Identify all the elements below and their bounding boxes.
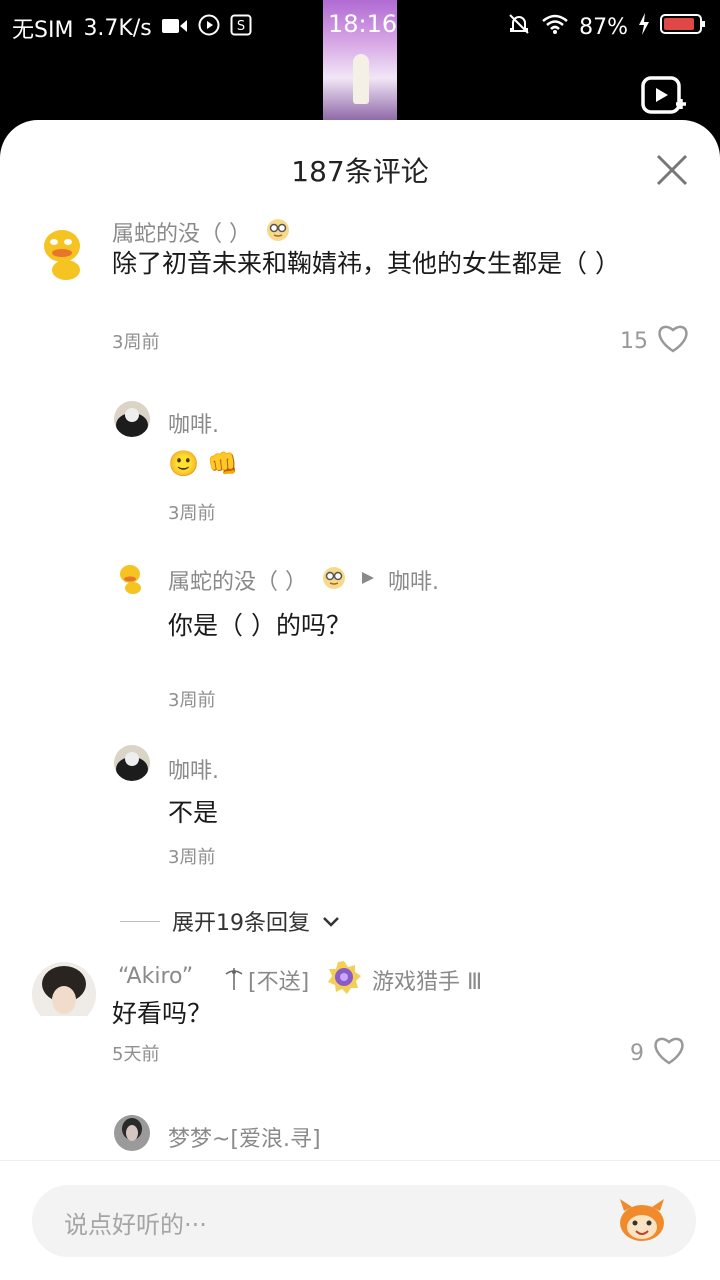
reply-time: 3周前 [168,847,216,868]
chevron-down-icon [322,909,340,934]
reply-username[interactable]: 咖啡. [168,407,219,439]
network-speed: 3.7K/s [83,15,152,41]
reply-text: 🙂 👊 [168,449,239,478]
like-button[interactable]: 9 [630,1034,686,1072]
reply-arrow-icon [360,570,376,590]
comment-input-placeholder: 说点好听的··· [64,1211,207,1239]
heart-icon [652,1034,686,1072]
comment-input-bar: 说点好听的··· [0,1160,720,1280]
comment-text: 好看吗？ [112,999,213,1028]
reply-username[interactable]: 咖啡. [168,753,219,785]
reply-item[interactable]: 梦梦~[爱浪.寻] [0,1115,720,1155]
user-badge-title: 游戏猎手 Ⅲ [372,970,483,995]
status-right: 87% [507,12,706,42]
comment-item[interactable]: “Akiro” [不送] 游戏猎手 Ⅲ 好看吗？ 5天前 9 [0,960,720,1080]
comment-item[interactable]: 属蛇的没（ ） 除了初音未来和鞠婧祎，其他的女生都是（ ） 3周前 15 [0,210,720,370]
reply-item[interactable]: 咖啡. 不是 3周前 [0,745,720,875]
expand-replies-label: 展开19条回复 [172,911,310,936]
comment-sheet: 187条评论 属蛇的没（ ） 除了初音未来和鞠婧祎，其他的女生都是（ ） 3周前… [0,120,720,1280]
like-button[interactable]: 15 [620,322,690,360]
glasses-face-icon [266,218,290,246]
video-camera-icon [161,16,188,41]
comment-text: 除了初音未来和鞠婧祎，其他的女生都是（ ） [112,249,620,278]
avatar[interactable] [32,220,96,284]
wifi-icon [541,13,569,41]
comment-time: 5天前 [112,1044,160,1065]
comment-username[interactable]: “Akiro” [118,964,193,989]
expand-replies-button[interactable]: 展开19条回复 [120,905,340,937]
emoji-button[interactable] [614,1197,670,1245]
svg-text:S: S [237,19,245,34]
divider [120,920,160,922]
reply-username[interactable]: 梦梦~[爱浪.寻] [168,1121,321,1153]
comment-input[interactable]: 说点好听的··· [32,1185,696,1257]
reply-text: 不是 [168,798,219,827]
status-time: 18:16 [328,10,398,38]
reply-text: 你是（ ）的吗？ [168,611,351,640]
like-count: 9 [630,1040,644,1066]
status-left: 无SIM 3.7K/s S [12,12,252,44]
avatar[interactable] [32,962,96,1026]
carrier-text: 无SIM [12,18,74,43]
reply-item[interactable]: 属蛇的没（ ） 咖啡. 你是（ ）的吗？ 3周前 [0,560,720,720]
reply-to-username[interactable]: 咖啡. [388,564,439,596]
badge-icon [326,960,362,1000]
avatar[interactable] [114,401,150,437]
avatar[interactable] [114,560,150,596]
heart-icon [656,322,690,360]
comment-count-title: 187条评论 [291,155,429,188]
decoration-icon [222,966,246,996]
comment-time: 3周前 [112,332,160,353]
battery-percent: 87% [579,14,628,40]
bell-muted-icon [507,12,531,42]
avatar[interactable] [114,745,150,781]
reply-username[interactable]: 属蛇的没（ ） [168,564,307,596]
status-bar: 无SIM 3.7K/s S 18:16 87% [0,0,720,120]
close-icon[interactable] [652,150,692,190]
avatar[interactable] [114,1115,150,1151]
battery-icon [660,13,706,41]
charging-icon [638,13,650,41]
app-s-icon: S [230,14,252,42]
play-circle-icon [198,14,220,42]
username-suffix: [不送] [248,970,310,995]
add-video-icon[interactable] [640,74,688,118]
reply-time: 3周前 [168,503,216,524]
like-count: 15 [620,328,648,354]
glasses-face-icon [322,566,346,594]
reply-time: 3周前 [168,690,216,711]
reply-item[interactable]: 咖啡. 🙂 👊 3周前 [0,395,720,525]
